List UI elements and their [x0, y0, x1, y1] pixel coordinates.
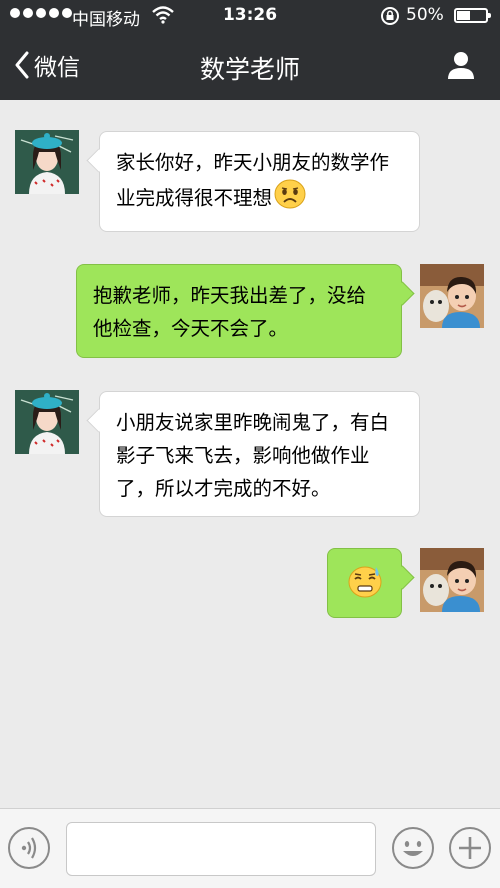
voice-icon: [21, 837, 37, 859]
sweat-smile-emoji: [347, 566, 383, 604]
message-input[interactable]: [66, 822, 376, 876]
more-options-button[interactable]: [449, 827, 491, 869]
plus-icon: [459, 837, 481, 859]
message-bubble-outgoing[interactable]: [327, 548, 402, 618]
parent-avatar[interactable]: [420, 548, 484, 612]
page-title: 数学老师: [199, 55, 300, 84]
frowning-face-emoji: [274, 179, 306, 219]
teacher-avatar[interactable]: [15, 130, 79, 194]
emoji-button[interactable]: [392, 827, 434, 869]
person-icon: [448, 52, 474, 79]
message-text: 抱歉老师，昨天我出差了，没给他检查，今天不会了。: [93, 284, 367, 340]
contact-profile-button[interactable]: [446, 50, 476, 84]
teacher-avatar[interactable]: [15, 390, 79, 454]
status-bar: 中国移动 13:26 50%: [0, 0, 500, 32]
message-bubble-incoming[interactable]: 家长你好，昨天小朋友的数学作业完成得很不理想: [99, 131, 420, 232]
navigation-bar: 微信 数学老师: [0, 32, 500, 100]
battery-percent: 50%: [406, 5, 444, 25]
message-bubble-incoming[interactable]: 小朋友说家里昨晚闹鬼了，有白影子飞来飞去，影响他做作业了，所以才完成的不好。: [99, 391, 420, 517]
smiley-face-icon: [403, 841, 423, 856]
rotation-lock-icon: [380, 6, 400, 31]
chat-input-bar: [0, 808, 500, 888]
voice-input-button[interactable]: [8, 827, 50, 869]
message-bubble-outgoing[interactable]: 抱歉老师，昨天我出差了，没给他检查，今天不会了。: [76, 264, 402, 358]
message-text: 小朋友说家里昨晚闹鬼了，有白影子飞来飞去，影响他做作业了，所以才完成的不好。: [116, 411, 390, 500]
message-text: 家长你好，昨天小朋友的数学作业完成得很不理想: [116, 151, 390, 210]
parent-avatar[interactable]: [420, 264, 484, 328]
battery-icon: [454, 8, 491, 23]
top-bar: 中国移动 13:26 50% 微信 数学老师: [0, 0, 500, 100]
